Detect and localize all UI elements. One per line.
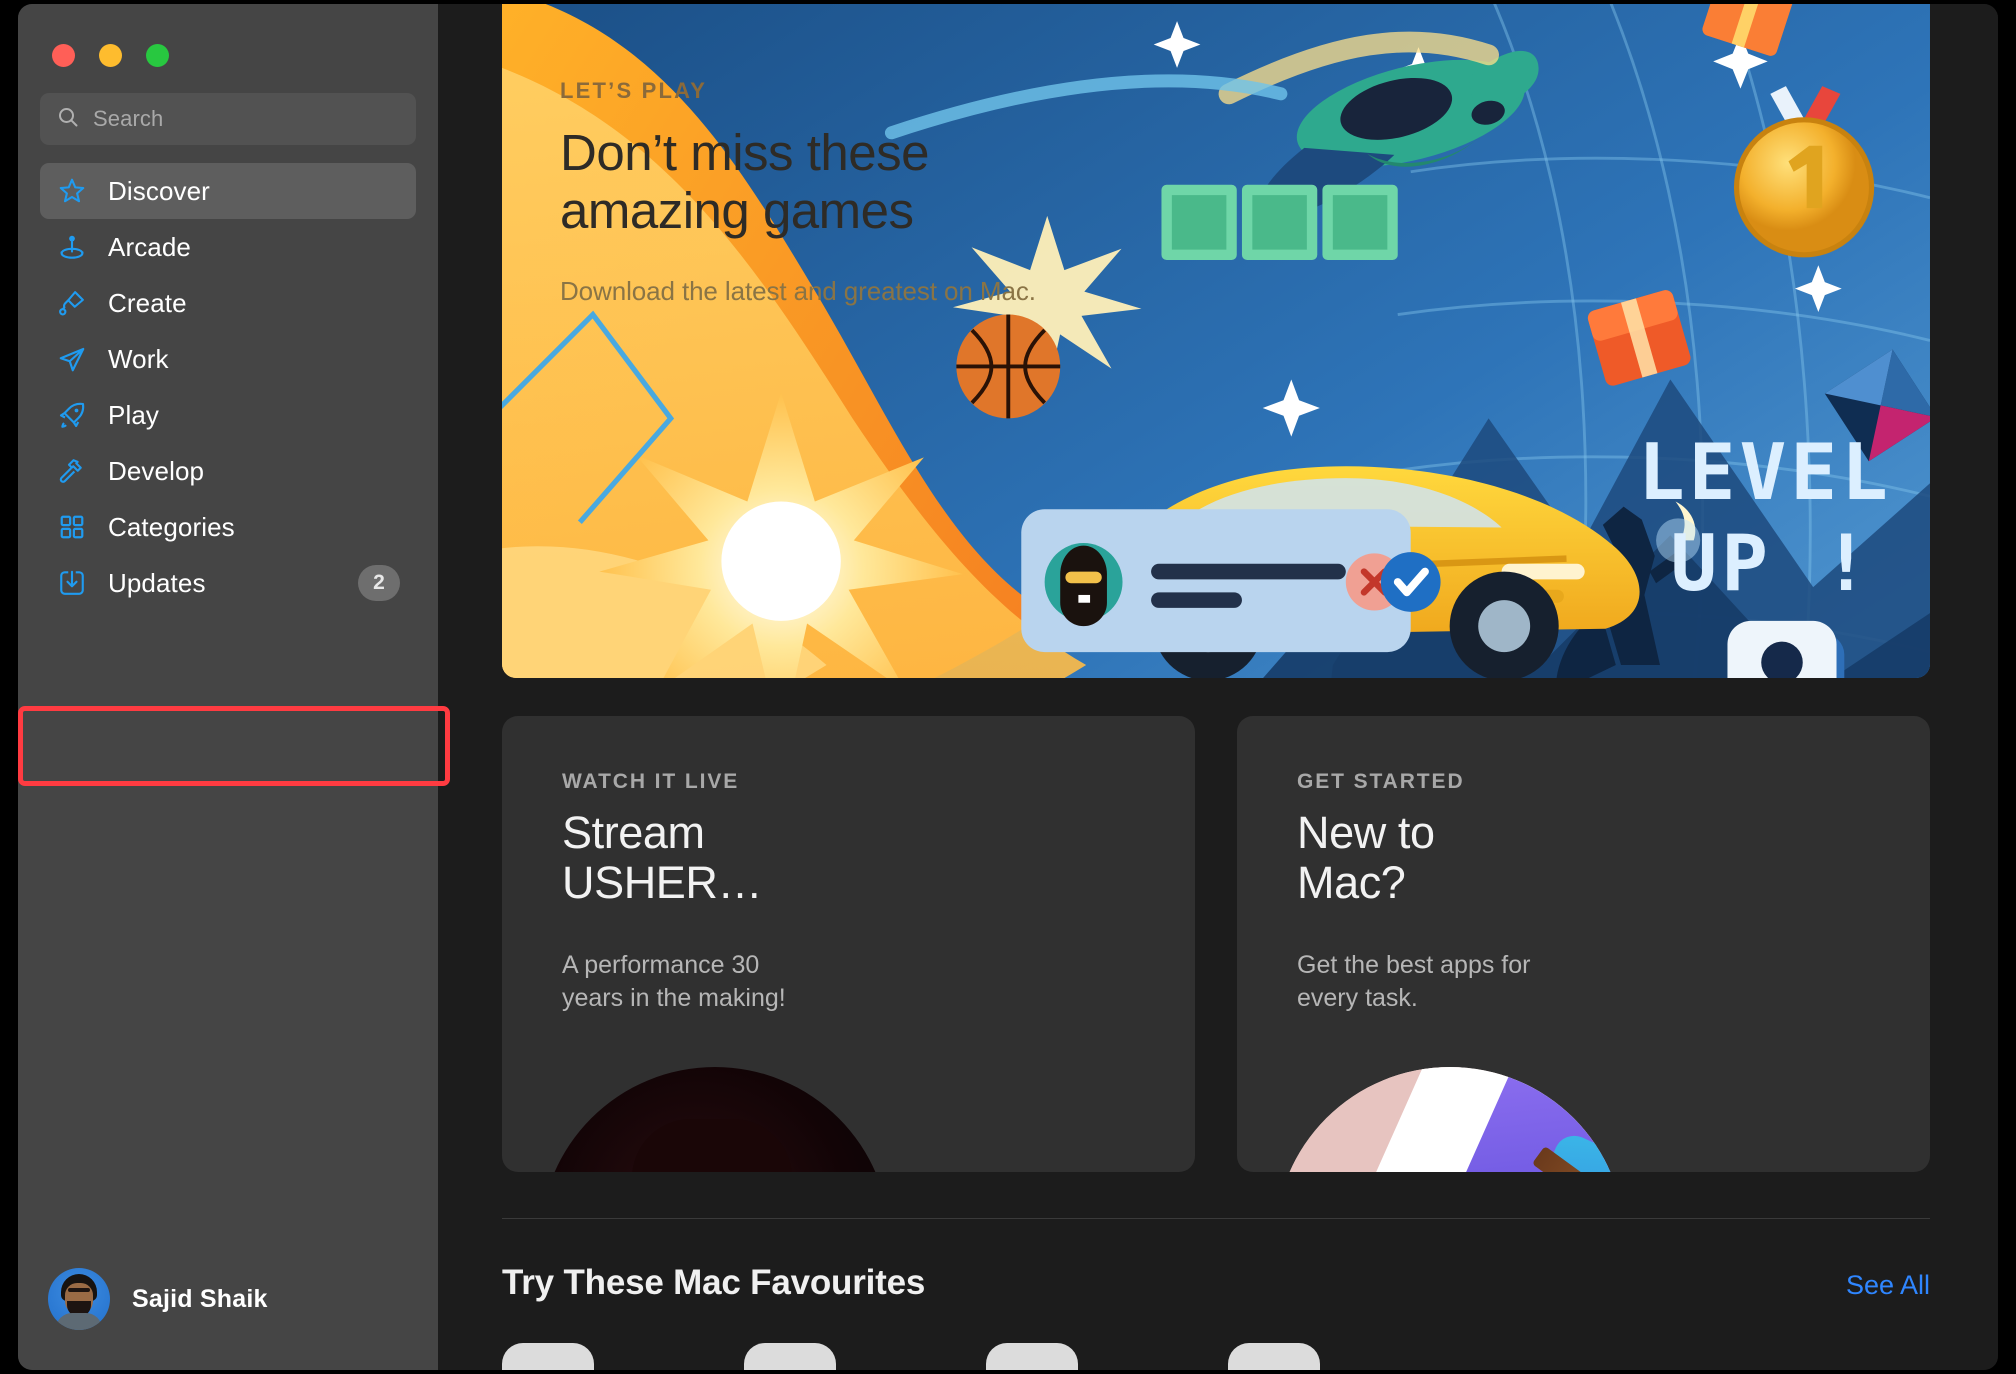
see-all-link[interactable]: See All: [1846, 1270, 1930, 1301]
sidebar-item-arcade[interactable]: Arcade: [40, 219, 416, 275]
card-title-line2: USHER…: [562, 857, 763, 909]
hero-title-line1: Don’t miss these: [560, 124, 929, 181]
app-icon[interactable]: [986, 1343, 1078, 1370]
close-button[interactable]: [52, 44, 75, 67]
paper-plane-icon: [56, 343, 88, 375]
sidebar-item-label: Create: [108, 287, 187, 318]
app-collage-image: [1275, 1067, 1625, 1172]
card-eyebrow: GET STARTED: [1297, 770, 1465, 793]
card-eyebrow: WATCH IT LIVE: [562, 770, 740, 793]
sidebar-item-play[interactable]: Play: [40, 387, 416, 443]
updates-badge: 2: [358, 565, 400, 601]
card-new-to-mac[interactable]: GET STARTED New to Mac? Get the best app…: [1237, 716, 1930, 1172]
zoom-button[interactable]: [146, 44, 169, 67]
hero-copy: LET’S PLAY Don’t miss these amazing game…: [560, 78, 1120, 307]
section-header: Try These Mac Favourites See All: [502, 1218, 1930, 1303]
sidebar-item-discover[interactable]: Discover: [40, 163, 416, 219]
app-icon-row: [502, 1343, 1930, 1370]
app-icon[interactable]: [1228, 1343, 1320, 1370]
usher-portrait-image: [540, 1067, 890, 1172]
card-title-line1: New to: [1297, 807, 1435, 858]
app-store-window: Search Discover Arcade Create Work Play …: [18, 4, 1998, 1370]
sidebar-item-label: Develop: [108, 455, 205, 486]
sidebar-item-work[interactable]: Work: [40, 331, 416, 387]
grid-icon: [56, 511, 88, 543]
search-field[interactable]: Search: [40, 93, 416, 145]
joystick-icon: [56, 231, 88, 263]
minimize-button[interactable]: [99, 44, 122, 67]
search-icon: [56, 105, 80, 134]
download-icon: [56, 567, 88, 599]
sidebar-item-develop[interactable]: Develop: [40, 443, 416, 499]
sidebar-item-label: Discover: [108, 175, 210, 206]
paintbrush-icon: [56, 287, 88, 319]
sidebar-item-label: Categories: [108, 511, 235, 542]
card-description: A performance 30 years in the making!: [562, 950, 786, 1013]
updates-highlight-annotation: [18, 706, 450, 786]
svg-text:LEVEL: LEVEL: [1638, 428, 1892, 518]
window-controls: [18, 4, 438, 67]
hero-banner[interactable]: LEVEL UP ! LET’S PLAY Don’t miss these a…: [502, 4, 1930, 678]
sidebar-item-updates[interactable]: Updates 2: [40, 555, 416, 611]
user-profile[interactable]: Sajid Shaik: [18, 1268, 438, 1370]
main-content: LEVEL UP ! LET’S PLAY Don’t miss these a…: [438, 4, 1998, 1370]
section-title: Try These Mac Favourites: [502, 1263, 926, 1302]
user-name: Sajid Shaik: [132, 1284, 268, 1313]
feature-cards: WATCH IT LIVE Stream USHER… A performanc…: [502, 716, 1930, 1172]
hero-title-line2: amazing games: [560, 182, 914, 240]
app-icon[interactable]: [502, 1343, 594, 1370]
card-stream-usher[interactable]: WATCH IT LIVE Stream USHER… A performanc…: [502, 716, 1195, 1172]
hammer-icon: [56, 455, 88, 487]
rocket-icon: [56, 399, 88, 431]
scroll-area[interactable]: LEVEL UP ! LET’S PLAY Don’t miss these a…: [438, 4, 1998, 1370]
sidebar-nav: Discover Arcade Create Work Play Develop…: [18, 145, 438, 611]
search-placeholder: Search: [93, 106, 164, 131]
card-title-line2: Mac?: [1297, 857, 1406, 909]
search-container: Search: [18, 67, 438, 145]
sidebar-item-label: Play: [108, 399, 159, 430]
card-title-line1: Stream: [562, 807, 705, 858]
app-icon[interactable]: [744, 1343, 836, 1370]
sidebar-item-label: Arcade: [108, 231, 191, 262]
sidebar-item-label: Work: [108, 343, 169, 374]
star-icon: [56, 175, 88, 207]
sidebar-item-create[interactable]: Create: [40, 275, 416, 331]
avatar: [48, 1268, 110, 1330]
hero-subtitle: Download the latest and greatest on Mac.: [560, 276, 1036, 307]
sidebar: Search Discover Arcade Create Work Play …: [18, 4, 450, 1370]
hero-eyebrow: LET’S PLAY: [560, 78, 708, 103]
svg-text:UP !: UP !: [1670, 519, 1873, 609]
sidebar-item-label: Updates: [108, 567, 206, 598]
card-description: Get the best apps for every task.: [1297, 950, 1531, 1013]
sidebar-item-categories[interactable]: Categories: [40, 499, 416, 555]
